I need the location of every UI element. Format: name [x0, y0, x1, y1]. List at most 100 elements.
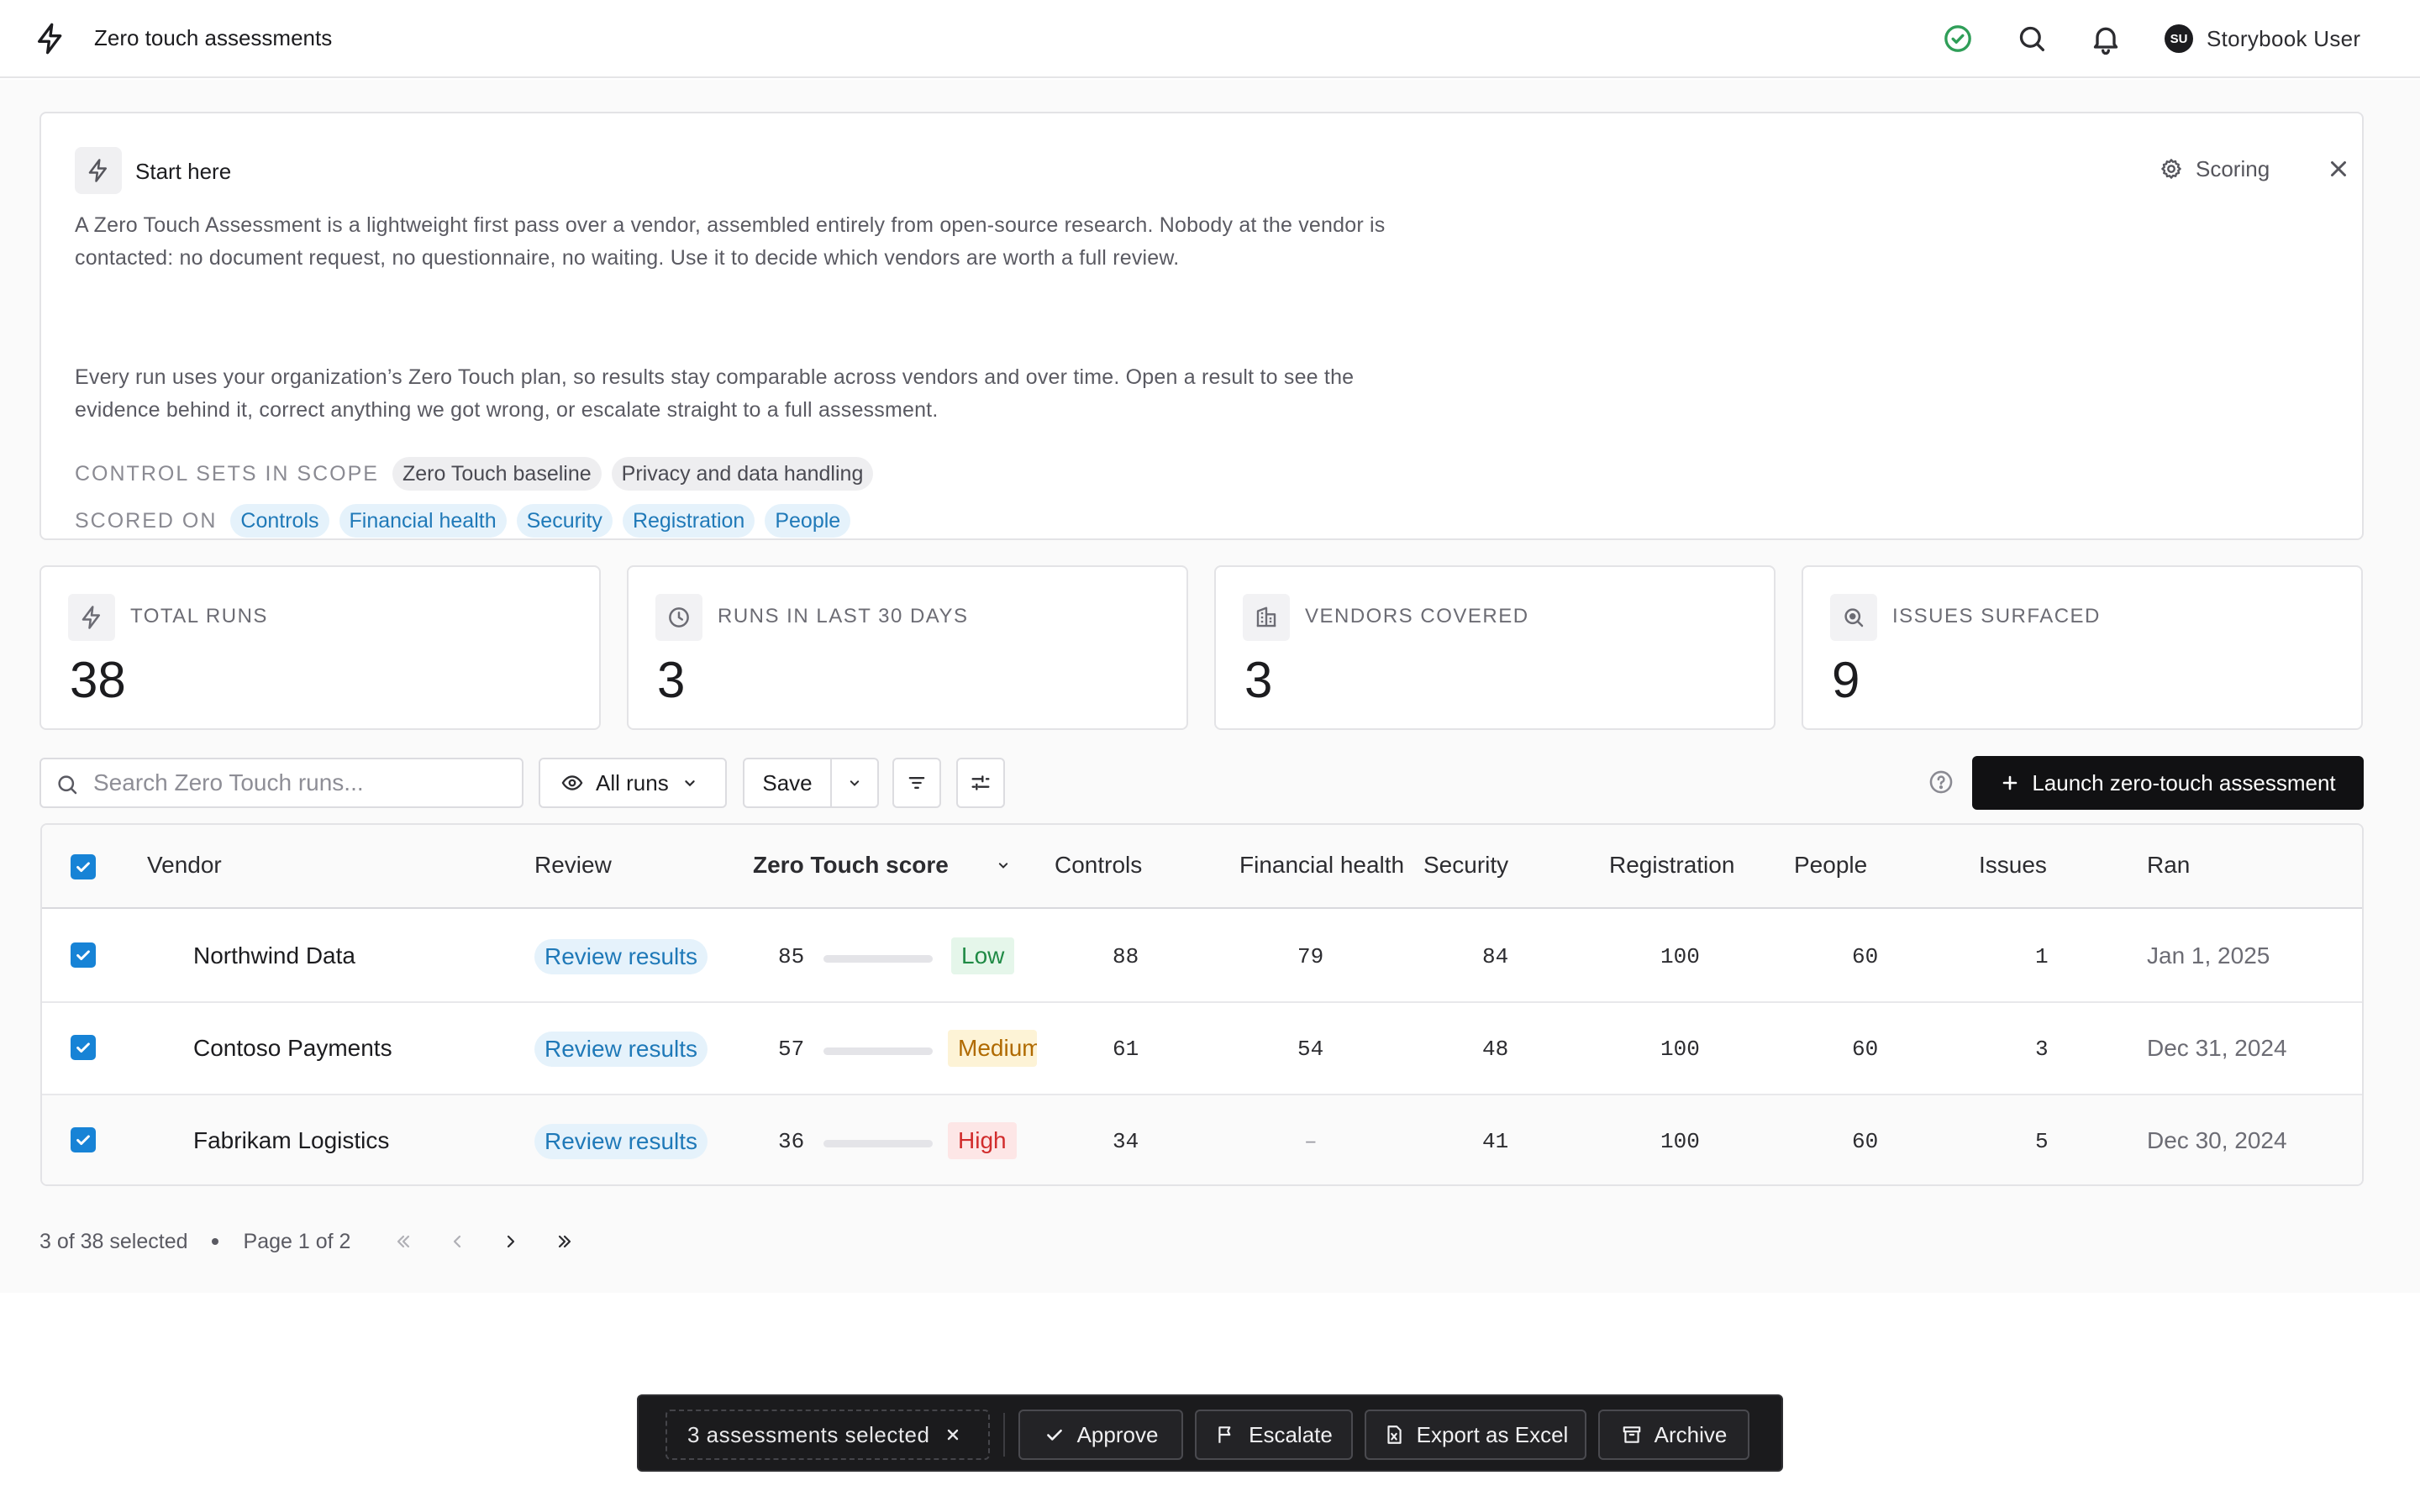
adjust-columns-button[interactable] — [956, 758, 1005, 808]
stat-value: 38 — [70, 652, 126, 708]
previous-page-icon[interactable] — [445, 1229, 470, 1254]
runs-table: Vendor Review Zero Touch score Controls … — [40, 823, 2364, 1186]
security-score: 48 — [1482, 1037, 1509, 1062]
risk-badge: Medium — [948, 1030, 1037, 1067]
review-results-link[interactable]: Review results — [534, 1124, 708, 1159]
column-header-financial-health[interactable]: Financial health — [1239, 852, 1404, 879]
row-checkbox[interactable] — [71, 1127, 96, 1152]
financial-health-score: – — [1304, 1129, 1318, 1154]
select-all-checkbox[interactable] — [71, 854, 96, 879]
review-results-link[interactable]: Review results — [534, 939, 708, 974]
issues-count: 5 — [2035, 1129, 2049, 1154]
security-score: 84 — [1482, 944, 1509, 969]
issues-count: 1 — [2035, 944, 2049, 969]
chevron-down-icon — [681, 774, 699, 792]
column-header-issues[interactable]: Issues — [1979, 852, 2047, 879]
column-header-security[interactable]: Security — [1423, 852, 1508, 879]
first-page-icon[interactable] — [391, 1229, 416, 1254]
page-indicator: Page 1 of 2 — [243, 1229, 351, 1253]
chevron-down-icon[interactable] — [832, 759, 877, 806]
table-row[interactable]: Fabrikam Logistics Review results 36 Hig… — [42, 1095, 2362, 1184]
search-input[interactable] — [93, 766, 513, 800]
risk-badge: Low — [951, 937, 1015, 974]
user-menu[interactable]: SU Storybook User — [2165, 24, 2360, 54]
financial-health-score: 54 — [1297, 1037, 1324, 1062]
selection-text: 3 assessments selected — [687, 1421, 930, 1447]
scoring-button[interactable]: Scoring — [2159, 152, 2270, 186]
filter-icon — [905, 771, 929, 795]
check-circle-icon[interactable] — [1941, 22, 1975, 55]
escalate-button[interactable]: Escalate — [1195, 1410, 1353, 1460]
vendor-name[interactable]: Fabrikam Logistics — [193, 1127, 389, 1154]
row-checkbox[interactable] — [71, 1035, 96, 1060]
stat-label: TOTAL RUNS — [130, 605, 268, 627]
people-score: 60 — [1852, 944, 1879, 969]
help-icon[interactable] — [1927, 768, 1955, 796]
scored-on-chip: Security — [516, 504, 613, 538]
control-sets-label: CONTROL SETS IN SCOPE — [75, 461, 379, 486]
stat-value: 3 — [657, 652, 686, 708]
financial-health-score: 79 — [1297, 944, 1324, 969]
stat-issues-surfaced: ISSUES SURFACED 9 — [1802, 565, 2363, 730]
lightning-icon[interactable] — [34, 20, 67, 57]
launch-assessment-button[interactable]: Launch zero-touch assessment — [1972, 756, 2364, 810]
building-icon — [1243, 594, 1290, 641]
scored-on-row: SCORED ON Controls Financial health Secu… — [75, 504, 851, 538]
archive-icon — [1621, 1424, 1643, 1446]
launch-label: Launch zero-touch assessment — [2032, 769, 2336, 795]
scored-on-chip: Controls — [230, 504, 329, 538]
archive-button[interactable]: Archive — [1598, 1410, 1749, 1460]
score-value: 57 — [778, 1037, 805, 1062]
bell-icon[interactable] — [2089, 22, 2123, 55]
issues-count: 3 — [2035, 1037, 2049, 1062]
vendor-name[interactable]: Northwind Data — [193, 942, 355, 969]
page-title: Zero touch assessments — [94, 25, 333, 50]
last-page-icon[interactable] — [552, 1229, 577, 1254]
scored-on-chip: People — [765, 504, 851, 538]
score-bar — [823, 1140, 933, 1147]
search-box — [39, 758, 523, 808]
column-header-review[interactable]: Review — [534, 852, 612, 879]
column-header-registration[interactable]: Registration — [1609, 852, 1734, 879]
card-heading: Start here — [135, 159, 232, 184]
score-value: 36 — [778, 1129, 805, 1154]
close-icon[interactable] — [2323, 154, 2354, 184]
clear-selection-icon[interactable] — [943, 1425, 963, 1445]
score-bar — [823, 955, 933, 963]
check-icon — [1044, 1424, 1065, 1446]
approve-button[interactable]: Approve — [1018, 1410, 1183, 1460]
stat-label: VENDORS COVERED — [1305, 605, 1529, 627]
search-icon[interactable] — [2015, 22, 2049, 55]
row-checkbox[interactable] — [71, 942, 96, 968]
column-header-people[interactable]: People — [1794, 852, 1867, 879]
control-sets-row: CONTROL SETS IN SCOPE Zero Touch baselin… — [75, 457, 874, 491]
stat-label: RUNS IN LAST 30 DAYS — [718, 605, 969, 627]
main-content: Start here Scoring A Zero Touch Assessme… — [0, 80, 2420, 1293]
column-header-controls[interactable]: Controls — [1055, 852, 1142, 879]
table-header: Vendor Review Zero Touch score Controls … — [42, 825, 2362, 909]
export-label: Export as Excel — [1416, 1421, 1569, 1447]
ran-date: Jan 1, 2025 — [2147, 942, 2270, 969]
column-header-ran[interactable]: Ran — [2147, 852, 2190, 879]
stat-total-runs: TOTAL RUNS 38 — [39, 565, 601, 730]
top-bar: Zero touch assessments SU Storybook User — [0, 0, 2420, 78]
sort-chevron-icon[interactable] — [995, 857, 1012, 874]
vendor-name[interactable]: Contoso Payments — [193, 1035, 392, 1062]
clock-icon — [655, 594, 702, 641]
next-page-icon[interactable] — [498, 1229, 523, 1254]
review-results-link[interactable]: Review results — [534, 1032, 708, 1067]
stat-label: ISSUES SURFACED — [1892, 605, 2101, 627]
table-row[interactable]: Northwind Data Review results 85 Low 88 … — [42, 911, 2362, 1003]
column-header-score[interactable]: Zero Touch score — [753, 852, 949, 879]
start-here-card: Start here Scoring A Zero Touch Assessme… — [39, 112, 2364, 540]
filter-button[interactable] — [892, 758, 941, 808]
table-row[interactable]: Contoso Payments Review results 57 Mediu… — [42, 1003, 2362, 1095]
column-header-vendor[interactable]: Vendor — [147, 852, 222, 879]
control-set-chip: Zero Touch baseline — [392, 457, 602, 491]
lightning-icon — [75, 147, 122, 194]
export-excel-button[interactable]: Export as Excel — [1365, 1410, 1586, 1460]
scored-on-chip: Registration — [622, 504, 755, 538]
save-button[interactable]: Save — [744, 759, 832, 806]
view-selector-button[interactable]: All runs — [539, 758, 727, 808]
eye-icon — [560, 771, 584, 795]
